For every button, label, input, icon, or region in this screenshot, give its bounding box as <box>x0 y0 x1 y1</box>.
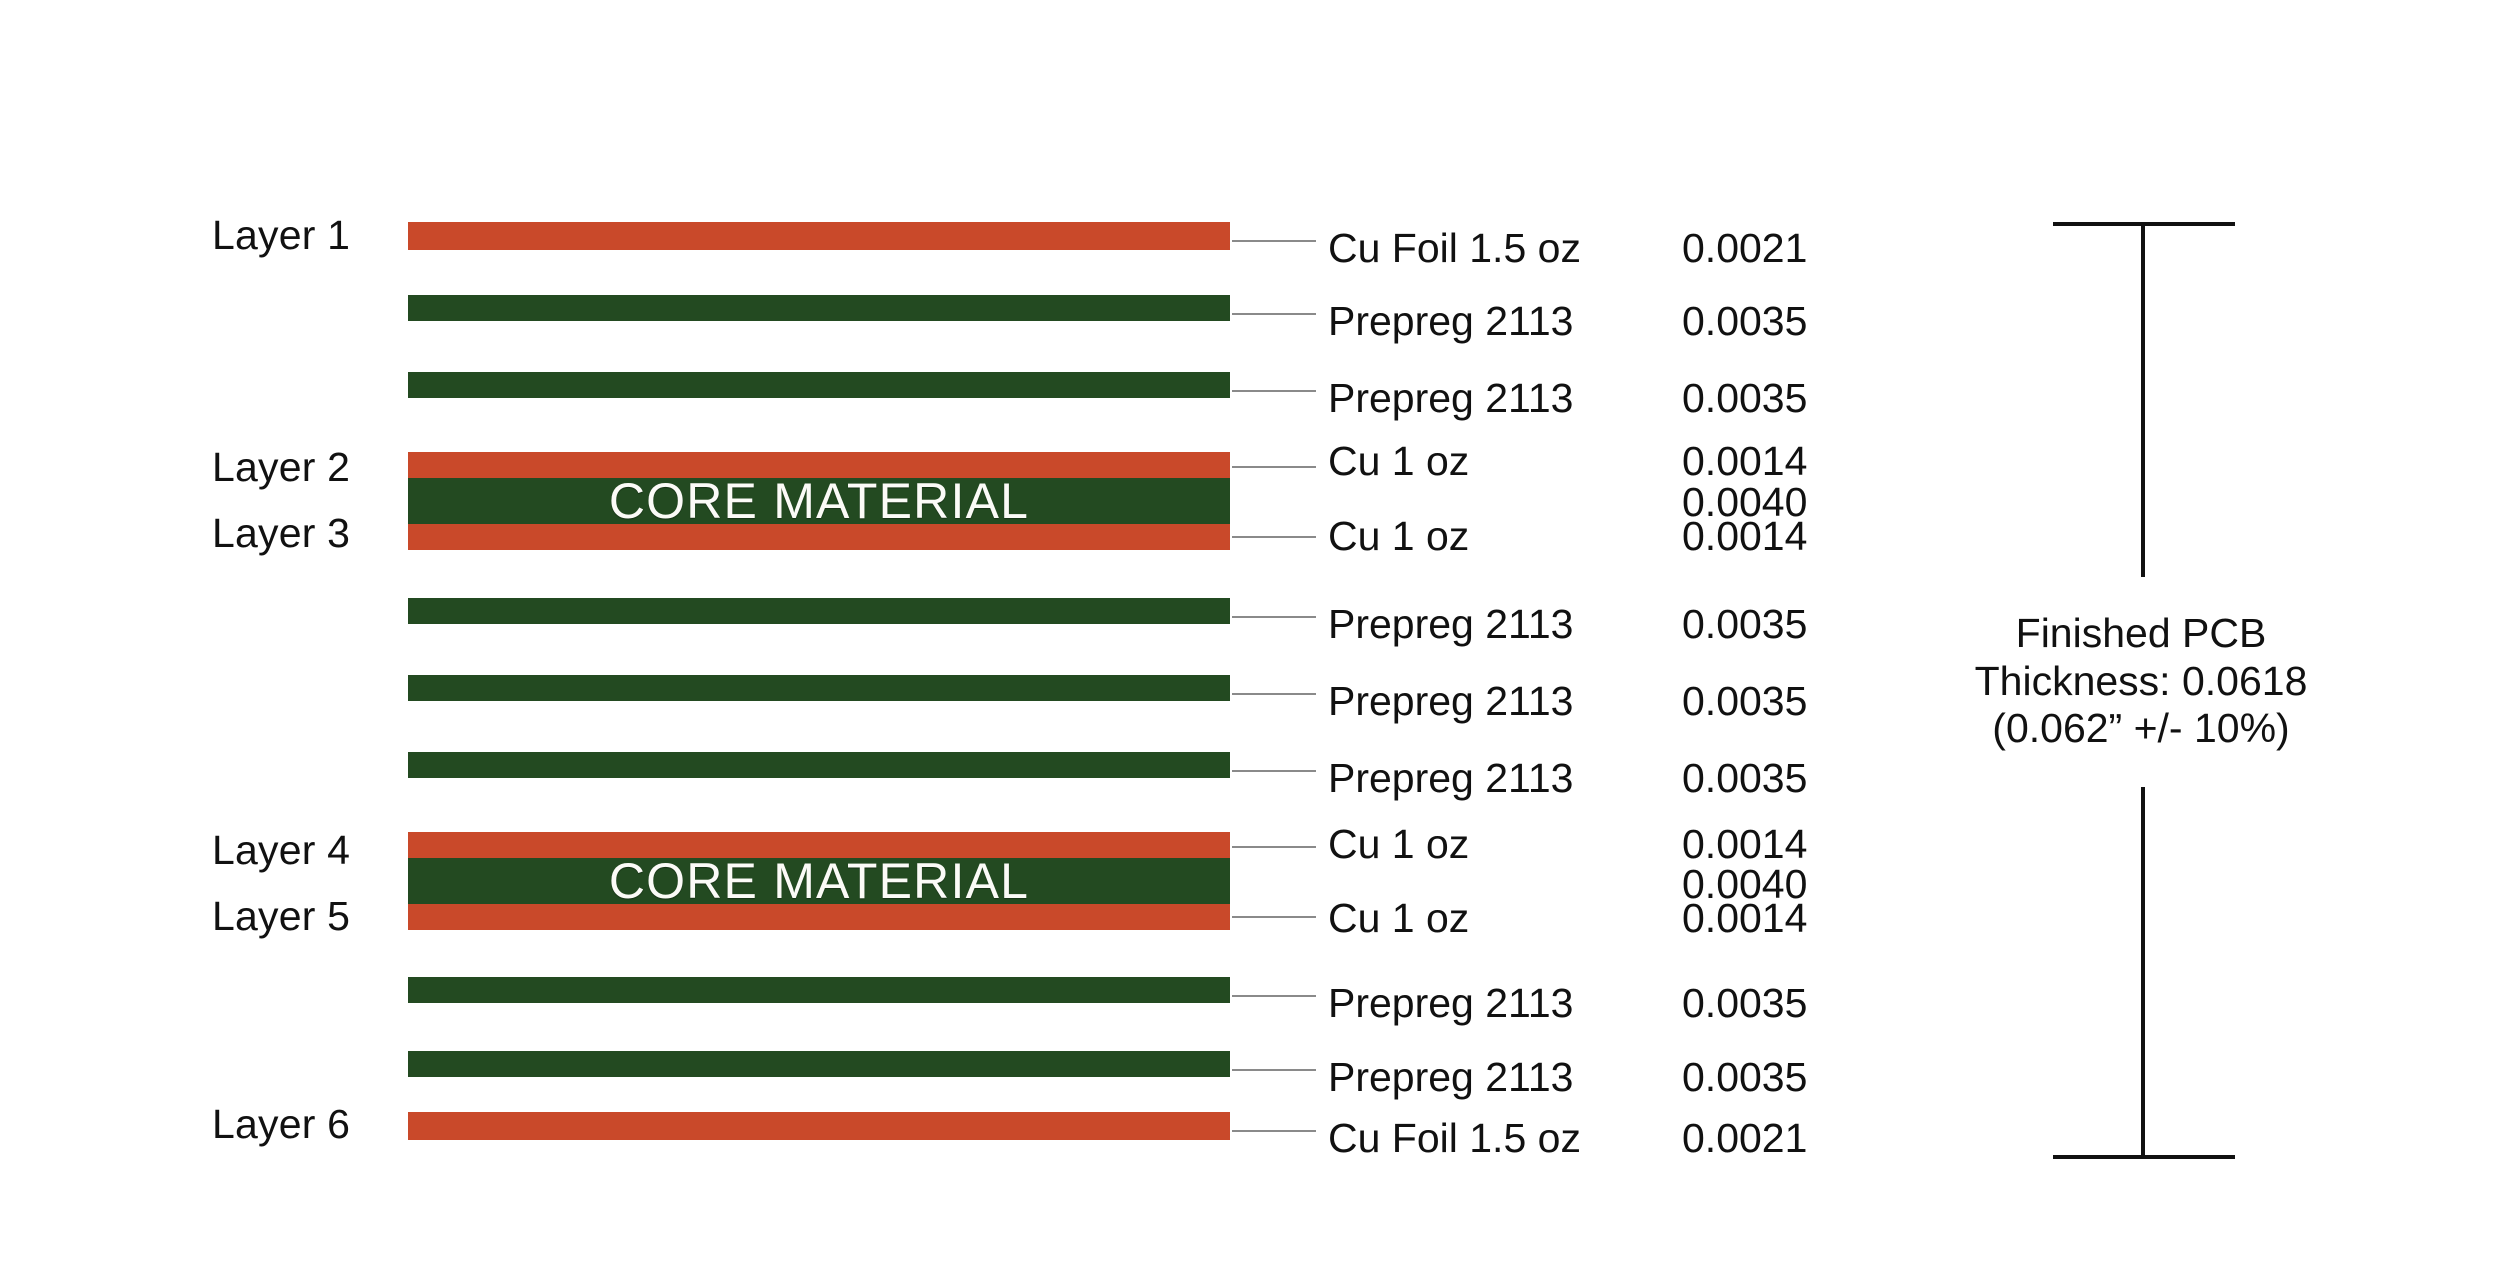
leader-line-ann-8 <box>1232 693 1316 695</box>
pcb-stackup-diagram: Layer 1 Layer 2 Layer 3 Layer 4 Layer 5 Layer… <box>0 0 2500 1275</box>
leader-line-ann-12 <box>1232 916 1316 918</box>
thickness-value-ann-13: 0.0035 <box>1682 980 1808 1026</box>
material-label-ann-6: Cu 1 oz <box>1328 513 1470 559</box>
material-label-ann-7: Prepreg 2113 <box>1328 601 1574 647</box>
material-label-ann-10: Cu 1 oz <box>1328 821 1470 867</box>
leader-line-ann-6 <box>1232 536 1316 538</box>
stack-layer-prepreg-row-3 <box>408 372 1230 398</box>
thickness-value-ann-3: 0.0035 <box>1682 375 1808 421</box>
core-material-label: CORE MATERIAL <box>608 853 1030 909</box>
material-label-ann-14: Prepreg 2113 <box>1328 1054 1574 1100</box>
leader-line-ann-2 <box>1232 313 1316 315</box>
dimension-caption: Finished PCB Thickness: 0.0618 (0.062” +… <box>1926 610 2356 753</box>
stack-layer-prepreg-row-7 <box>408 675 1230 701</box>
leader-line-ann-3 <box>1232 390 1316 392</box>
stack-layer-copper-row-13 <box>408 1112 1230 1140</box>
layer-caption-layer-6: Layer 6 <box>212 1101 351 1147</box>
dimension-caption-line-2: Thickness: 0.0618 <box>1974 657 2308 704</box>
thickness-value-ann-12: 0.0014 <box>1682 895 1808 941</box>
thickness-value-ann-10: 0.0014 <box>1682 821 1808 867</box>
thickness-value-ann-6: 0.0014 <box>1682 513 1808 559</box>
stack-layer-prepreg-row-11 <box>408 977 1230 1003</box>
thickness-value-ann-15: 0.0021 <box>1682 1115 1808 1161</box>
material-label-ann-1: Cu Foil 1.5 oz <box>1328 225 1581 271</box>
leader-line-ann-1 <box>1232 240 1316 242</box>
leader-line-ann-14 <box>1232 1069 1316 1071</box>
stack-layer-prepreg-row-6 <box>408 598 1230 624</box>
stack-layer-prepreg-row-12 <box>408 1051 1230 1077</box>
dimension-bottom-cap <box>2053 1155 2235 1159</box>
dimension-top-stem <box>2141 222 2145 577</box>
thickness-value-ann-7: 0.0035 <box>1682 601 1808 647</box>
layer-caption-layer-4: Layer 4 <box>212 827 351 873</box>
dimension-caption-line-3: (0.062” +/- 10%) <box>1992 705 2290 752</box>
thickness-value-ann-9: 0.0035 <box>1682 755 1808 801</box>
thickness-value-ann-8: 0.0035 <box>1682 678 1808 724</box>
material-label-ann-2: Prepreg 2113 <box>1328 298 1574 344</box>
leader-line-ann-9 <box>1232 770 1316 772</box>
thickness-value-ann-4: 0.0014 <box>1682 438 1808 484</box>
material-label-ann-15: Cu Foil 1.5 oz <box>1328 1115 1581 1161</box>
thickness-value-ann-14: 0.0035 <box>1682 1054 1808 1100</box>
layer-caption-layer-3: Layer 3 <box>212 510 351 556</box>
stack-layer-copper-row-1 <box>408 222 1230 250</box>
thickness-value-ann-1: 0.0021 <box>1682 225 1808 271</box>
layer-caption-layer-1: Layer 1 <box>212 212 351 258</box>
dimension-bottom-stem <box>2141 787 2145 1157</box>
stack-layer-prepreg-row-2 <box>408 295 1230 321</box>
layer-caption-layer-2: Layer 2 <box>212 444 351 490</box>
thickness-value-ann-2: 0.0035 <box>1682 298 1808 344</box>
leader-line-ann-10 <box>1232 846 1316 848</box>
material-label-ann-13: Prepreg 2113 <box>1328 980 1574 1026</box>
material-label-ann-9: Prepreg 2113 <box>1328 755 1574 801</box>
leader-line-ann-7 <box>1232 616 1316 618</box>
leader-line-ann-13 <box>1232 995 1316 997</box>
stack-layer-prepreg-row-8 <box>408 752 1230 778</box>
material-label-ann-3: Prepreg 2113 <box>1328 375 1574 421</box>
dimension-caption-line-1: Finished PCB <box>2015 610 2267 656</box>
core-block-core-bottom: CORE MATERIAL <box>408 832 1230 930</box>
leader-line-ann-15 <box>1232 1130 1316 1132</box>
material-label-ann-4: Cu 1 oz <box>1328 438 1470 484</box>
layer-caption-layer-5: Layer 5 <box>212 893 351 939</box>
leader-line-ann-4 <box>1232 466 1316 468</box>
material-label-ann-8: Prepreg 2113 <box>1328 678 1574 724</box>
material-label-ann-12: Cu 1 oz <box>1328 895 1470 941</box>
core-material-label: CORE MATERIAL <box>608 473 1030 529</box>
core-block-core-top: CORE MATERIAL <box>408 452 1230 550</box>
